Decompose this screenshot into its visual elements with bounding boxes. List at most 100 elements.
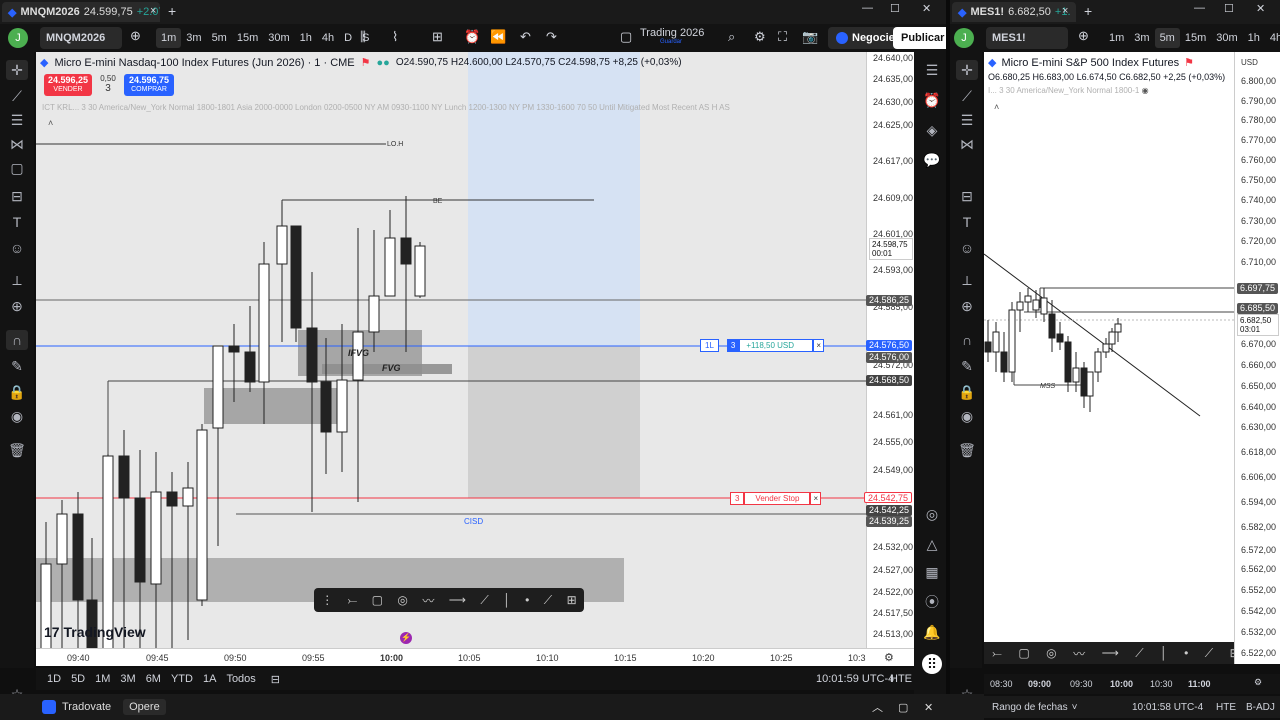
right-window-maximize-icon[interactable]: ☐ (1224, 2, 1234, 15)
right-brush-tool-icon[interactable]: ⟋ (1205, 646, 1213, 661)
lock-icon[interactable]: 🔒 (6, 382, 28, 402)
new-tab-icon[interactable]: + (168, 3, 176, 19)
vline-tool-icon[interactable]: │ (503, 593, 511, 607)
right-eye-icon[interactable]: ◉ (956, 406, 978, 426)
right-interval-1m[interactable]: 1m (1104, 28, 1129, 48)
collapse-legend-icon[interactable]: ˄ (48, 118, 53, 128)
eye-icon[interactable]: ◉ (6, 406, 28, 426)
interval-30m[interactable]: 30m (263, 28, 294, 48)
layout-name-block[interactable]: Trading 2026 Guardar (640, 27, 704, 45)
left-symbol-search[interactable]: MNQM2026 (40, 27, 122, 49)
user-avatar[interactable]: J (8, 28, 28, 48)
layers-icon[interactable]: ◈ (922, 120, 942, 140)
right-tab-close-icon[interactable]: × (1062, 5, 1068, 17)
range-all[interactable]: Todos (221, 669, 260, 689)
taskbar-expand-icon[interactable]: ▢ (898, 701, 908, 714)
stream-icon[interactable]: ⦿ (922, 592, 942, 612)
left-chart-canvas[interactable]: LO.H BE IFVG FVG CISD ◆ Micro E-mini Nas… (36, 52, 866, 664)
right-vline-tool-icon[interactable]: │ (1160, 646, 1168, 660)
right-draw-lock-icon[interactable]: ✎ (956, 356, 978, 376)
right-trendline-icon[interactable]: ⟋ (956, 86, 978, 106)
date-range-chevron-icon[interactable]: ˅ (1072, 702, 1078, 713)
right-add-symbol-icon[interactable]: ⊕ (1078, 28, 1089, 44)
right-crosshair-icon[interactable]: ✛ (956, 60, 978, 80)
right-fib-icon[interactable]: ☰ (956, 110, 978, 130)
right-path-tool-icon[interactable]: 〰 (1073, 645, 1085, 662)
right-trash-icon[interactable]: 🗑 (956, 440, 978, 460)
trade-button[interactable]: Negocie (828, 27, 903, 49)
range-6m[interactable]: 6M (141, 669, 166, 689)
ideas-icon[interactable]: △ (922, 534, 942, 554)
ray-icon[interactable]: ⤚ (348, 593, 358, 608)
layout-square-icon[interactable]: ▢ (620, 29, 632, 45)
left-window-minimize-icon[interactable]: — (862, 2, 873, 14)
emoji-icon[interactable]: ☺ (6, 238, 28, 258)
right-interval-5m[interactable]: 5m (1154, 28, 1180, 48)
taskbar-app-opere[interactable]: Opere (123, 699, 166, 715)
right-window-minimize-icon[interactable]: — (1194, 2, 1205, 14)
brush-tool-icon[interactable]: ⟋ (544, 593, 552, 608)
range-1a[interactable]: 1A (198, 669, 221, 689)
right-interval-15m[interactable]: 15m (1180, 28, 1211, 48)
right-symbol-search[interactable]: MES1! (986, 27, 1068, 49)
right-zoom-icon[interactable]: ⊕ (956, 296, 978, 316)
right-hline-tool-icon[interactable]: ⟶ (1102, 646, 1119, 660)
fullscreen-icon[interactable]: ⛶ (778, 29, 787, 45)
settings-icon[interactable]: ⚙ (754, 29, 766, 45)
interval-4h[interactable]: 4h (317, 28, 339, 48)
trash-icon[interactable]: 🗑 (6, 440, 28, 460)
taskbar-up-icon[interactable]: ︿ (872, 699, 883, 715)
date-range-icon[interactable]: ⊟ (271, 673, 280, 686)
position-tag[interactable]: 1L 3 +118,50 USD × (700, 339, 825, 352)
right-hide-icon[interactable]: ◉ (1142, 86, 1149, 95)
line-tool-icon[interactable]: ⟋ (480, 593, 488, 608)
fib-icon[interactable]: ☰ (6, 110, 28, 130)
right-time-axis[interactable]: 08:30 09:00 09:30 10:00 10:30 11:00 ⚙ (984, 674, 1280, 694)
interval-15m[interactable]: 15m (232, 28, 263, 48)
right-measure-icon[interactable]: ⟂ (956, 270, 978, 290)
left-timezone[interactable]: HTE (890, 673, 912, 685)
add-symbol-icon[interactable]: ⊕ (130, 28, 141, 44)
chat-icon[interactable]: 💬 (922, 150, 942, 170)
range-5d[interactable]: 5D (66, 669, 90, 689)
right-ray-icon[interactable]: ⤚ (992, 646, 1002, 661)
right-axis-settings-icon[interactable]: ⚙ (1254, 677, 1262, 688)
left-tab-close-icon[interactable]: × (150, 5, 156, 17)
right-price-axis[interactable]: USD 6.800,00 6.790,00 6.780,00 6.770,00 … (1234, 52, 1280, 664)
notifications-icon[interactable]: 🔔 (922, 622, 942, 642)
redo-icon[interactable]: ↷ (546, 29, 557, 45)
right-magnet-icon[interactable]: ∩ (956, 330, 978, 350)
sell-button[interactable]: 24.596,25 VENDER (44, 74, 92, 96)
left-window-maximize-icon[interactable]: ☐ (890, 2, 900, 15)
right-emoji-icon[interactable]: ☺ (956, 238, 978, 258)
left-price-axis[interactable]: 24.640,00 24.635,00 24.630,00 24.625,00 … (863, 52, 914, 664)
drag-handle-icon[interactable]: ⋮ (321, 593, 333, 607)
right-pattern-icon[interactable]: ⋈ (956, 134, 978, 154)
lightning-icon[interactable]: ⚡ (400, 632, 412, 644)
right-collapse-icon[interactable]: ˄ (994, 102, 999, 112)
range-1m[interactable]: 1M (90, 669, 115, 689)
path-tool-icon[interactable]: 〰 (422, 592, 434, 609)
pattern-icon[interactable]: ⋈ (6, 134, 28, 154)
interval-d[interactable]: D (339, 28, 357, 48)
right-circle-tool-icon[interactable]: ◎ (1046, 646, 1056, 660)
right-rect-tool-icon[interactable]: ▢ (1018, 646, 1029, 660)
taskbar-close-icon[interactable]: ✕ (924, 701, 933, 714)
position-close-icon[interactable]: × (813, 339, 825, 352)
currency-label[interactable]: USD (1241, 58, 1258, 67)
right-browser-tab[interactable]: ◆ MES1! 6.682,50 +1. (952, 2, 1076, 22)
layouts-icon[interactable]: ⊞ (432, 29, 443, 45)
zoom-icon[interactable]: ⊕ (6, 296, 28, 316)
range-1d[interactable]: 1D (42, 669, 66, 689)
alert-icon[interactable]: ⏰ (464, 29, 480, 45)
right-interval-3m[interactable]: 3m (1129, 28, 1154, 48)
right-interval-30m[interactable]: 30m (1211, 28, 1242, 48)
right-timezone[interactable]: HTE (1216, 702, 1236, 713)
indicator-legend[interactable]: ICT KRL... 3 30 America/New_York Normal … (42, 103, 782, 112)
range-3m[interactable]: 3M (115, 669, 140, 689)
left-window-close-icon[interactable]: ✕ (922, 2, 931, 15)
grid-tool-icon[interactable]: ⊞ (567, 593, 577, 607)
left-clock[interactable]: 10:01:59 UTC-4 (816, 673, 894, 685)
alerts-clock-icon[interactable]: ⏰ (922, 90, 942, 110)
date-range-dropdown[interactable]: Rango de fechas (992, 702, 1068, 713)
